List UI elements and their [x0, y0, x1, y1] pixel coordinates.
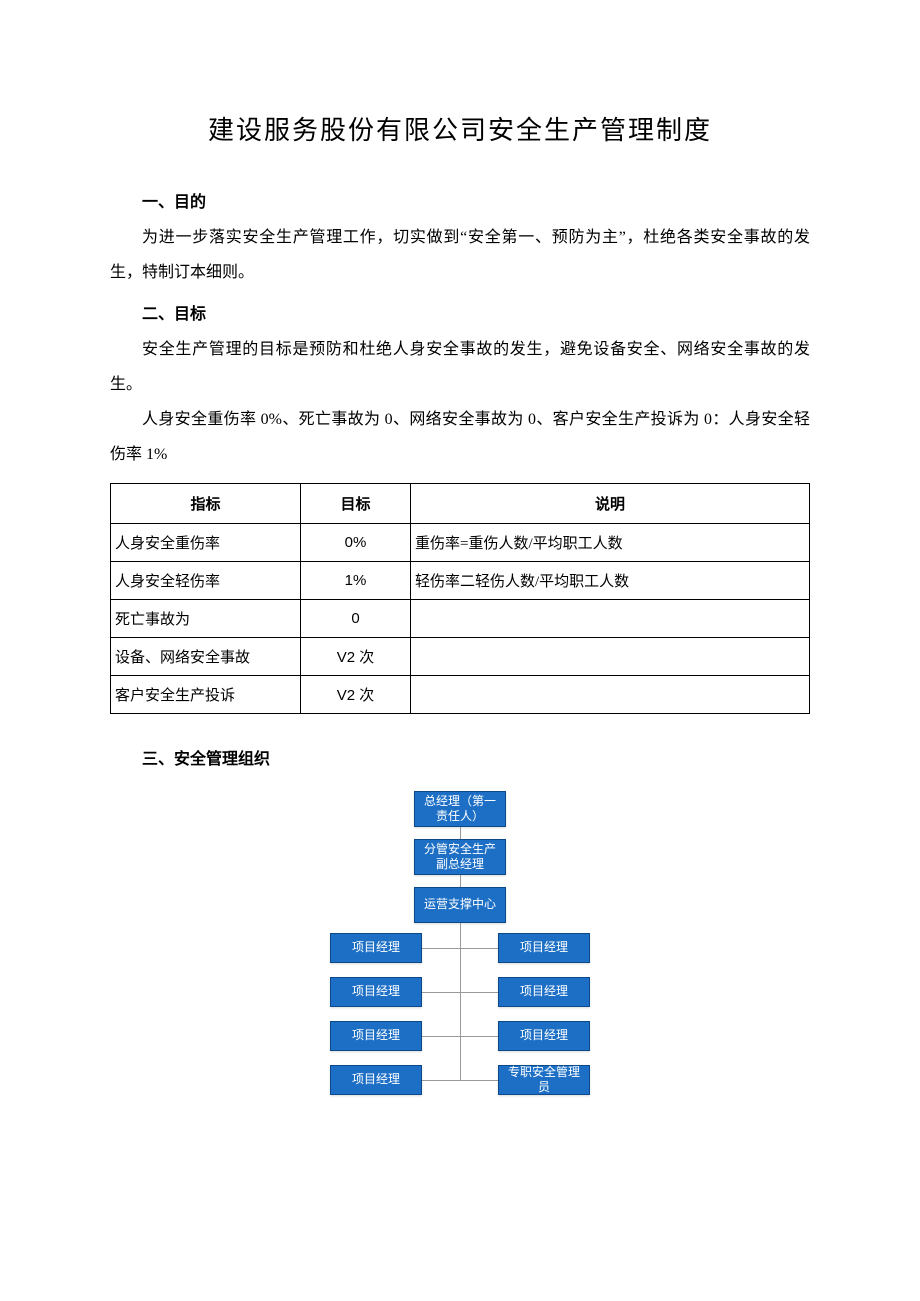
table-cell-desc: [411, 599, 810, 637]
org-row: 项目经理 项目经理: [330, 933, 590, 963]
table-row: 客户安全生产投诉 V2 次: [111, 675, 810, 713]
org-row: 项目经理 项目经理: [330, 977, 590, 1007]
org-row: 项目经理 项目经理: [330, 1021, 590, 1051]
org-node-safety-officer: 专职安全管理员: [498, 1065, 590, 1095]
section-1-heading: 一、目的: [110, 185, 810, 220]
table-header-row: 指标 目标 说明: [111, 483, 810, 523]
org-row: 项目经理 专职安全管理员: [330, 1065, 590, 1095]
table-header-desc: 说明: [411, 483, 810, 523]
section-3-heading: 三、安全管理组织: [110, 742, 810, 777]
table-cell-desc: [411, 675, 810, 713]
table-cell-target: 1%: [301, 561, 411, 599]
org-node-gm: 总经理（第一责任人）: [414, 791, 506, 827]
org-node-deputy: 分管安全生产副总经理: [414, 839, 506, 875]
org-chart: 总经理（第一责任人） 分管安全生产副总经理 运营支撑中心 项目经理 项目经理 项…: [330, 791, 590, 1095]
table-cell-target: 0: [301, 599, 411, 637]
org-node-pm: 项目经理: [330, 1021, 422, 1051]
page-title: 建设服务股份有限公司安全生产管理制度: [110, 110, 810, 147]
table-cell-target: V2 次: [301, 637, 411, 675]
table-row: 人身安全重伤率 0% 重伤率=重伤人数/平均职工人数: [111, 523, 810, 561]
table-row: 人身安全轻伤率 1% 轻伤率二轻伤人数/平均职工人数: [111, 561, 810, 599]
org-node-pm: 项目经理: [330, 977, 422, 1007]
section-2-paragraph-2: 人身安全重伤率 0%、死亡事故为 0、网络安全事故为 0、客户安全生产投诉为 0…: [110, 402, 810, 472]
table-cell-indicator: 设备、网络安全事故: [111, 637, 301, 675]
table-cell-desc: 轻伤率二轻伤人数/平均职工人数: [411, 561, 810, 599]
table-cell-target: 0%: [301, 523, 411, 561]
table-cell-desc: [411, 637, 810, 675]
table-cell-indicator: 死亡事故为: [111, 599, 301, 637]
org-node-pm: 项目经理: [498, 977, 590, 1007]
table-cell-desc: 重伤率=重伤人数/平均职工人数: [411, 523, 810, 561]
table-cell-target: V2 次: [301, 675, 411, 713]
section-2-heading: 二、目标: [110, 297, 810, 332]
targets-table: 指标 目标 说明 人身安全重伤率 0% 重伤率=重伤人数/平均职工人数 人身安全…: [110, 483, 810, 714]
table-cell-indicator: 人身安全重伤率: [111, 523, 301, 561]
org-node-pm: 项目经理: [498, 933, 590, 963]
org-node-pm: 项目经理: [498, 1021, 590, 1051]
org-node-pm: 项目经理: [330, 1065, 422, 1095]
section-2-paragraph-1: 安全生产管理的目标是预防和杜绝人身安全事故的发生，避免设备安全、网络安全事故的发…: [110, 332, 810, 402]
org-node-pm: 项目经理: [330, 933, 422, 963]
table-header-target: 目标: [301, 483, 411, 523]
table-header-indicator: 指标: [111, 483, 301, 523]
table-cell-indicator: 人身安全轻伤率: [111, 561, 301, 599]
table-row: 死亡事故为 0: [111, 599, 810, 637]
org-connector: [460, 875, 461, 887]
section-1-paragraph-1: 为进一步落实安全生产管理工作，切实做到“安全第一、预防为主”，杜绝各类安全事故的…: [110, 220, 810, 290]
table-cell-indicator: 客户安全生产投诉: [111, 675, 301, 713]
table-row: 设备、网络安全事故 V2 次: [111, 637, 810, 675]
org-node-support-center: 运营支撑中心: [414, 887, 506, 923]
org-connector: [460, 827, 461, 839]
